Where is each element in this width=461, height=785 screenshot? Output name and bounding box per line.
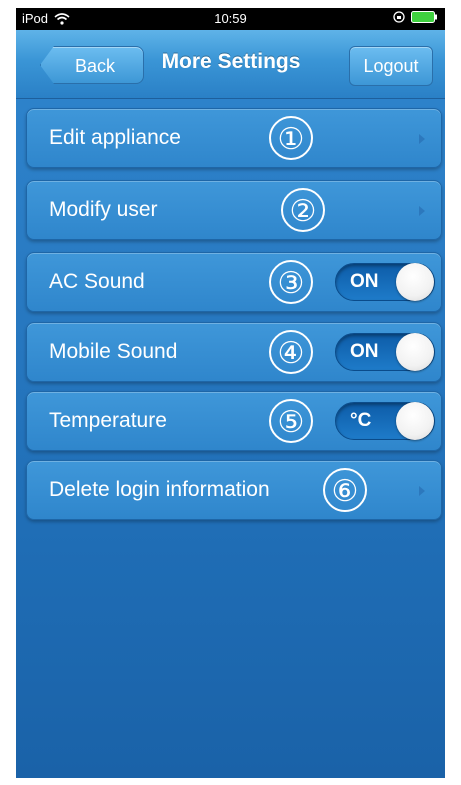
toggle-knob xyxy=(396,333,434,371)
logout-button[interactable]: Logout xyxy=(349,46,433,86)
chevron-right-icon xyxy=(419,134,425,144)
callout-marker: ① xyxy=(269,116,313,160)
callout-marker: ④ xyxy=(269,330,313,374)
callout-marker: ⑤ xyxy=(269,399,313,443)
status-time: 10:59 xyxy=(214,11,247,26)
page-title: More Settings xyxy=(161,50,301,73)
row-delete-login-information[interactable]: Delete login information ⑥ xyxy=(26,460,442,520)
battery-icon xyxy=(411,11,437,23)
toggle-label: ON xyxy=(350,341,379,362)
chevron-right-icon xyxy=(419,206,425,216)
toggle-knob xyxy=(396,263,434,301)
row-label: Modify user xyxy=(49,198,158,221)
row-label: Mobile Sound xyxy=(49,340,178,363)
ac-sound-toggle[interactable]: ON xyxy=(335,263,435,301)
toggle-label: °C xyxy=(350,410,372,431)
lock-rotation-icon xyxy=(393,11,405,23)
chevron-right-icon xyxy=(419,486,425,496)
callout-marker: ⑥ xyxy=(323,468,367,512)
navigation-bar: Back More Settings Logout xyxy=(16,30,445,99)
row-mobile-sound: Mobile Sound ④ ON xyxy=(26,322,442,382)
row-label: Temperature xyxy=(49,409,167,432)
row-label: Edit appliance xyxy=(49,126,181,149)
row-edit-appliance[interactable]: Edit appliance ① xyxy=(26,108,442,168)
row-label: Delete login information xyxy=(49,478,270,501)
row-modify-user[interactable]: Modify user ② xyxy=(26,180,442,240)
row-temperature: Temperature ⑤ °C xyxy=(26,391,442,451)
toggle-label: ON xyxy=(350,271,379,292)
mobile-sound-toggle[interactable]: ON xyxy=(335,333,435,371)
callout-marker: ③ xyxy=(269,260,313,304)
back-button[interactable]: Back xyxy=(40,46,144,84)
row-label: AC Sound xyxy=(49,270,145,293)
callout-marker: ② xyxy=(281,188,325,232)
app-screen: iPod 10:59 Back More Settings Logout Edi… xyxy=(16,8,445,778)
toggle-knob xyxy=(396,402,434,440)
status-bar: iPod 10:59 xyxy=(16,8,445,30)
temperature-unit-toggle[interactable]: °C xyxy=(335,402,435,440)
row-ac-sound: AC Sound ③ ON xyxy=(26,252,442,312)
